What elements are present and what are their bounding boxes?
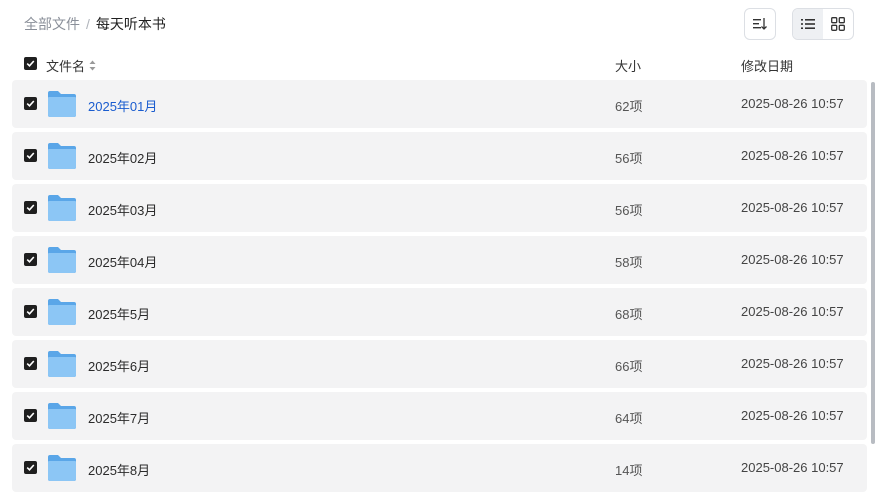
sort-button[interactable]	[744, 8, 776, 40]
file-size: 56项	[615, 151, 643, 166]
check-icon	[26, 308, 35, 315]
breadcrumb-current: 每天听本书	[95, 16, 166, 32]
file-name[interactable]: 2025年5月	[88, 304, 150, 323]
file-name[interactable]: 2025年04月	[88, 252, 157, 271]
file-name[interactable]: 2025年7月	[88, 408, 150, 427]
check-icon	[26, 256, 35, 263]
table-row[interactable]: 2025年01月 62项 2025-08-26 10:57	[12, 80, 867, 128]
file-name[interactable]: 2025年6月	[88, 356, 150, 375]
check-icon	[26, 204, 35, 211]
row-checkbox[interactable]	[24, 409, 37, 422]
breadcrumb-root[interactable]: 全部文件	[24, 14, 80, 34]
table-row[interactable]: 2025年04月 58项 2025-08-26 10:57	[12, 236, 867, 284]
row-checkbox[interactable]	[24, 97, 37, 110]
folder-icon	[48, 195, 76, 221]
file-modified: 2025-08-26 10:57	[741, 408, 844, 423]
file-modified: 2025-08-26 10:57	[741, 460, 844, 475]
check-icon	[26, 360, 35, 367]
file-size: 68项	[615, 307, 643, 322]
row-checkbox[interactable]	[24, 357, 37, 370]
file-modified: 2025-08-26 10:57	[741, 148, 844, 163]
file-list: 2025年01月 62项 2025-08-26 10:57 2025年02月 5…	[12, 80, 867, 495]
table-row[interactable]: 2025年7月 64项 2025-08-26 10:57	[12, 392, 867, 440]
check-icon	[26, 60, 35, 67]
file-size: 14项	[615, 463, 643, 478]
row-checkbox[interactable]	[24, 461, 37, 474]
file-modified: 2025-08-26 10:57	[741, 200, 844, 215]
table-row[interactable]: 2025年6月 66项 2025-08-26 10:57	[12, 340, 867, 388]
folder-icon	[48, 91, 76, 117]
list-view-button[interactable]	[793, 9, 823, 39]
check-icon	[26, 100, 35, 107]
table-row[interactable]: 2025年02月 56项 2025-08-26 10:57	[12, 132, 867, 180]
table-row[interactable]: 2025年5月 68项 2025-08-26 10:57	[12, 288, 867, 336]
file-size: 62项	[615, 99, 643, 114]
file-name[interactable]: 2025年8月	[88, 460, 150, 479]
check-icon	[26, 464, 35, 471]
check-icon	[26, 412, 35, 419]
file-name[interactable]: 2025年02月	[88, 148, 157, 167]
sort-caret-icon	[89, 60, 96, 71]
table-row[interactable]: 2025年8月 14项 2025-08-26 10:57	[12, 444, 867, 492]
select-all-checkbox[interactable]	[24, 57, 37, 70]
folder-icon	[48, 299, 76, 325]
file-size: 56项	[615, 203, 643, 218]
breadcrumb: 全部文件 / 每天听本书	[24, 14, 166, 34]
file-modified: 2025-08-26 10:57	[741, 356, 844, 371]
column-size-header[interactable]: 大小	[615, 56, 641, 75]
file-modified: 2025-08-26 10:57	[741, 304, 844, 319]
file-size: 58项	[615, 255, 643, 270]
row-checkbox[interactable]	[24, 149, 37, 162]
column-name-header[interactable]: 文件名	[46, 56, 96, 75]
list-icon	[801, 19, 815, 29]
grid-view-button[interactable]	[823, 9, 853, 39]
file-name[interactable]: 2025年01月	[88, 96, 157, 115]
folder-icon	[48, 143, 76, 169]
folder-icon	[48, 403, 76, 429]
table-header: 文件名 大小 修改日期	[12, 52, 867, 76]
column-modified-header[interactable]: 修改日期	[741, 56, 793, 75]
check-icon	[26, 152, 35, 159]
column-name-label: 文件名	[46, 59, 86, 74]
grid-icon	[831, 17, 845, 31]
vertical-scrollbar[interactable]	[871, 82, 875, 444]
file-browser: 全部文件 / 每天听本书 文件名 大小 修改日期 2025年01月 62项 20…	[0, 0, 878, 495]
view-toggle	[792, 8, 854, 40]
row-checkbox[interactable]	[24, 253, 37, 266]
folder-icon	[48, 455, 76, 481]
breadcrumb-separator: /	[86, 16, 90, 32]
file-modified: 2025-08-26 10:57	[741, 96, 844, 111]
sort-icon	[753, 18, 767, 30]
file-size: 64项	[615, 411, 643, 426]
file-modified: 2025-08-26 10:57	[741, 252, 844, 267]
folder-icon	[48, 351, 76, 377]
folder-icon	[48, 247, 76, 273]
file-name[interactable]: 2025年03月	[88, 200, 157, 219]
table-row[interactable]: 2025年03月 56项 2025-08-26 10:57	[12, 184, 867, 232]
file-size: 66项	[615, 359, 643, 374]
row-checkbox[interactable]	[24, 305, 37, 318]
row-checkbox[interactable]	[24, 201, 37, 214]
